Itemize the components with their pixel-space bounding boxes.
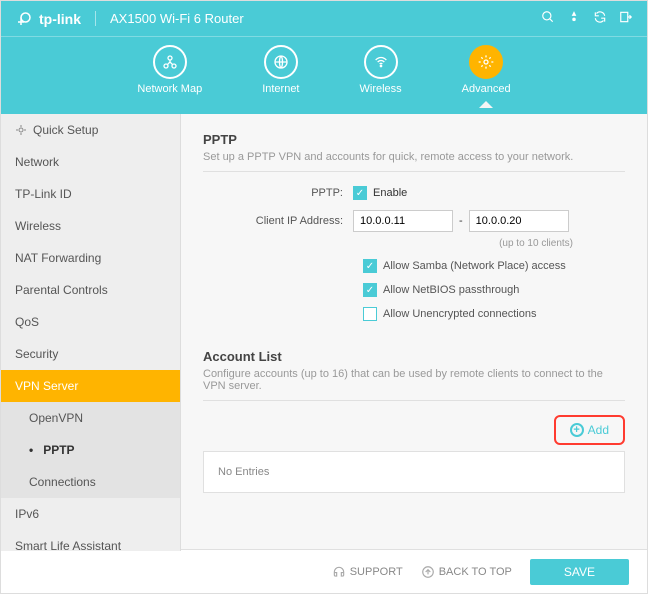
sidebar-network[interactable]: Network [1,146,180,178]
account-table-empty: No Entries [203,451,625,493]
ip-hint: (up to 10 clients) [363,238,573,249]
sidebar-tplink-id[interactable]: TP-Link ID [1,178,180,210]
tplink-icon [15,10,33,28]
sidebar-openvpn[interactable]: OpenVPN [1,402,180,434]
label-client-ip: Client IP Address: [203,215,353,227]
label-samba: Allow Samba (Network Place) access [383,260,566,272]
add-button[interactable]: + Add [562,419,617,441]
checkbox-unencrypted[interactable] [363,307,377,321]
input-ip-end[interactable] [469,210,569,232]
sidebar-quick-setup[interactable]: Quick Setup [1,114,180,146]
product-name: AX1500 Wi-Fi 6 Router [95,11,244,26]
logout-icon[interactable] [619,10,633,27]
nav-advanced[interactable]: Advanced [462,45,511,95]
sidebar-parental[interactable]: Parental Controls [1,274,180,306]
enable-text: Enable [373,187,407,199]
sidebar-vpn-server[interactable]: VPN Server [1,370,180,402]
globe-icon [273,54,289,70]
label-unencrypted: Allow Unencrypted connections [383,308,536,320]
sidebar-nat[interactable]: NAT Forwarding [1,242,180,274]
pptp-desc: Set up a PPTP VPN and accounts for quick… [203,151,625,172]
support-link[interactable]: SUPPORT [332,565,403,579]
sidebar-smart-life[interactable]: Smart Life Assistant [1,530,180,551]
network-map-icon [162,54,178,70]
gear-icon [478,54,494,70]
arrow-up-icon [421,565,435,579]
checkbox-netbios[interactable]: ✓ [363,283,377,297]
headset-icon [332,565,346,579]
save-button[interactable]: SAVE [530,559,629,585]
nav-wireless[interactable]: Wireless [360,45,402,95]
wifi-icon [373,54,389,70]
label-netbios: Allow NetBIOS passthrough [383,284,519,296]
content: PPTP Set up a PPTP VPN and accounts for … [181,114,647,551]
sidebar-connections[interactable]: Connections [1,466,180,498]
reboot-icon[interactable] [593,10,607,27]
led-icon[interactable] [567,10,581,27]
account-list-title: Account List [203,349,625,364]
gear-icon [15,124,27,136]
checkbox-samba[interactable]: ✓ [363,259,377,273]
checkbox-enable[interactable]: ✓ [353,186,367,200]
sidebar: Quick Setup Network TP-Link ID Wireless … [1,114,181,551]
back-to-top[interactable]: BACK TO TOP [421,565,512,579]
sidebar-ipv6[interactable]: IPv6 [1,498,180,530]
plus-icon: + [570,423,584,437]
label-pptp: PPTP: [203,187,353,199]
nav-network-map[interactable]: Network Map [137,45,202,95]
pptp-title: PPTP [203,132,625,147]
search-icon[interactable] [541,10,555,27]
input-ip-start[interactable] [353,210,453,232]
nav-internet[interactable]: Internet [262,45,299,95]
sidebar-security[interactable]: Security [1,338,180,370]
sidebar-pptp[interactable]: PPTP [1,434,180,466]
brand-logo: tp-link [15,10,81,28]
sidebar-qos[interactable]: QoS [1,306,180,338]
sidebar-wireless[interactable]: Wireless [1,210,180,242]
account-list-desc: Configure accounts (up to 16) that can b… [203,368,625,401]
